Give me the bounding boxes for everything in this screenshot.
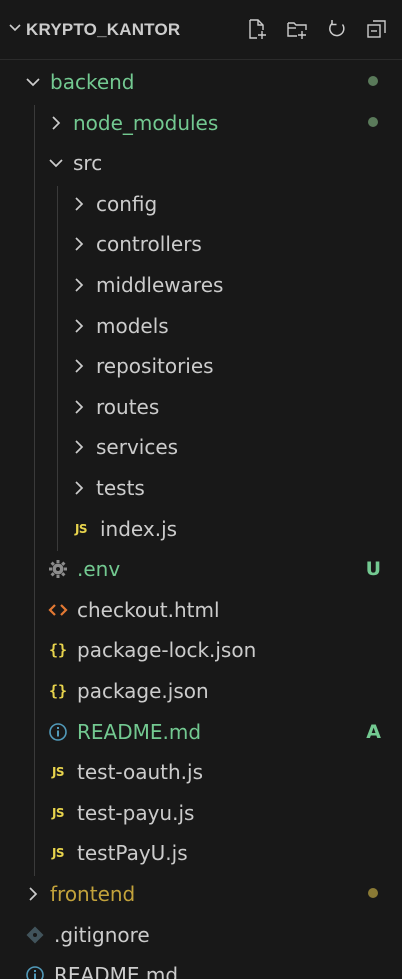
file-row[interactable]: {} package-lock.json [0,632,402,668]
tree-item-label: services [96,435,179,460]
chevron-down-icon[interactable] [47,152,65,174]
folder-row[interactable]: tests [0,470,402,506]
folder-row[interactable]: frontend [0,876,402,912]
chevron-right-icon[interactable] [70,396,88,418]
refresh-icon[interactable] [326,18,348,40]
chevron-right-icon[interactable] [24,883,42,905]
git-status-dot [368,888,378,898]
file-row[interactable]: README.md A [0,714,402,750]
json-icon: {} [48,682,68,700]
tree-item-label: tests [96,476,145,500]
tree-item-label: testPayU.js [77,841,188,866]
gear-icon [47,558,69,580]
tree-item-label: models [96,313,169,338]
chevron-right-icon[interactable] [70,233,88,255]
tree-item-label: middlewares [96,273,224,297]
info-icon [24,964,46,979]
git-status-badge: A [366,720,381,743]
tree-item-label: index.js [100,516,178,541]
chevron-right-icon[interactable] [70,274,88,296]
tree-item-label: config [96,191,158,216]
tree-item-label: repositories [96,354,214,379]
file-row[interactable]: JS test-payu.js [0,795,402,831]
javascript-icon: JS [51,765,65,780]
explorer-panel: KRYPTO_KANTOR backend node_modules src c… [0,0,402,979]
file-row[interactable]: .env U [0,551,402,587]
collapse-all-icon[interactable] [366,18,388,40]
file-row[interactable]: JS index.js [0,511,402,547]
explorer-actions [246,18,388,40]
tree-item-label: frontend [50,882,136,906]
tree-item-label: node_modules [73,110,219,135]
folder-row[interactable]: models [0,308,402,344]
file-row[interactable]: JS test-oauth.js [0,754,402,790]
javascript-icon: JS [51,805,65,820]
chevron-down-icon[interactable] [8,21,22,39]
tree-item-label: test-oauth.js [77,760,204,785]
new-folder-icon[interactable] [286,18,308,40]
javascript-icon: JS [74,521,88,536]
tree-item-label: controllers [96,232,202,257]
tree-item-label: src [73,151,103,176]
git-icon [24,924,46,946]
git-status-dot [368,76,378,86]
chevron-right-icon[interactable] [70,355,88,377]
tree-item-label: .gitignore [54,922,150,947]
indent-guide [57,185,58,552]
file-row[interactable]: {} package.json [0,673,402,709]
javascript-icon: JS [51,846,65,861]
tree-item-label: routes [96,394,160,419]
git-status-badge: U [365,558,381,581]
tree-item-label: test-payu.js [77,800,195,825]
file-row[interactable]: checkout.html [0,592,402,628]
folder-row[interactable]: config [0,186,402,222]
folder-row[interactable]: backend [0,64,402,100]
git-status-dot [368,116,378,127]
chevron-right-icon[interactable] [70,477,88,499]
folder-row[interactable]: routes [0,389,402,425]
tree-item-label: README.md [54,963,179,979]
chevron-right-icon[interactable] [47,112,65,134]
chevron-right-icon[interactable] [70,315,88,337]
folder-row[interactable]: node_modules [0,105,402,141]
file-row[interactable]: JS testPayU.js [0,835,402,871]
file-row[interactable]: .gitignore [0,917,402,953]
tree-item-label: package-lock.json [77,638,257,663]
workspace-title[interactable]: KRYPTO_KANTOR [26,20,180,40]
chevron-down-icon[interactable] [24,71,42,93]
tree-item-label: README.md [77,719,202,744]
tree-item-label: backend [50,70,135,94]
tree-item-label: checkout.html [77,597,220,622]
folder-row[interactable]: controllers [0,226,402,262]
folder-row[interactable]: services [0,429,402,465]
html-icon [47,599,69,621]
tree-item-label: .env [77,557,121,582]
chevron-right-icon[interactable] [70,193,88,215]
indent-guide [34,104,35,876]
chevron-right-icon[interactable] [70,436,88,458]
file-row[interactable]: README.md [0,957,402,979]
explorer-header[interactable]: KRYPTO_KANTOR [0,0,402,60]
info-icon [47,721,69,743]
folder-row[interactable]: src [0,145,402,181]
folder-row[interactable]: repositories [0,348,402,384]
folder-row[interactable]: middlewares [0,267,402,303]
new-file-icon[interactable] [246,18,268,40]
json-icon: {} [48,641,68,660]
tree-item-label: package.json [77,679,209,703]
